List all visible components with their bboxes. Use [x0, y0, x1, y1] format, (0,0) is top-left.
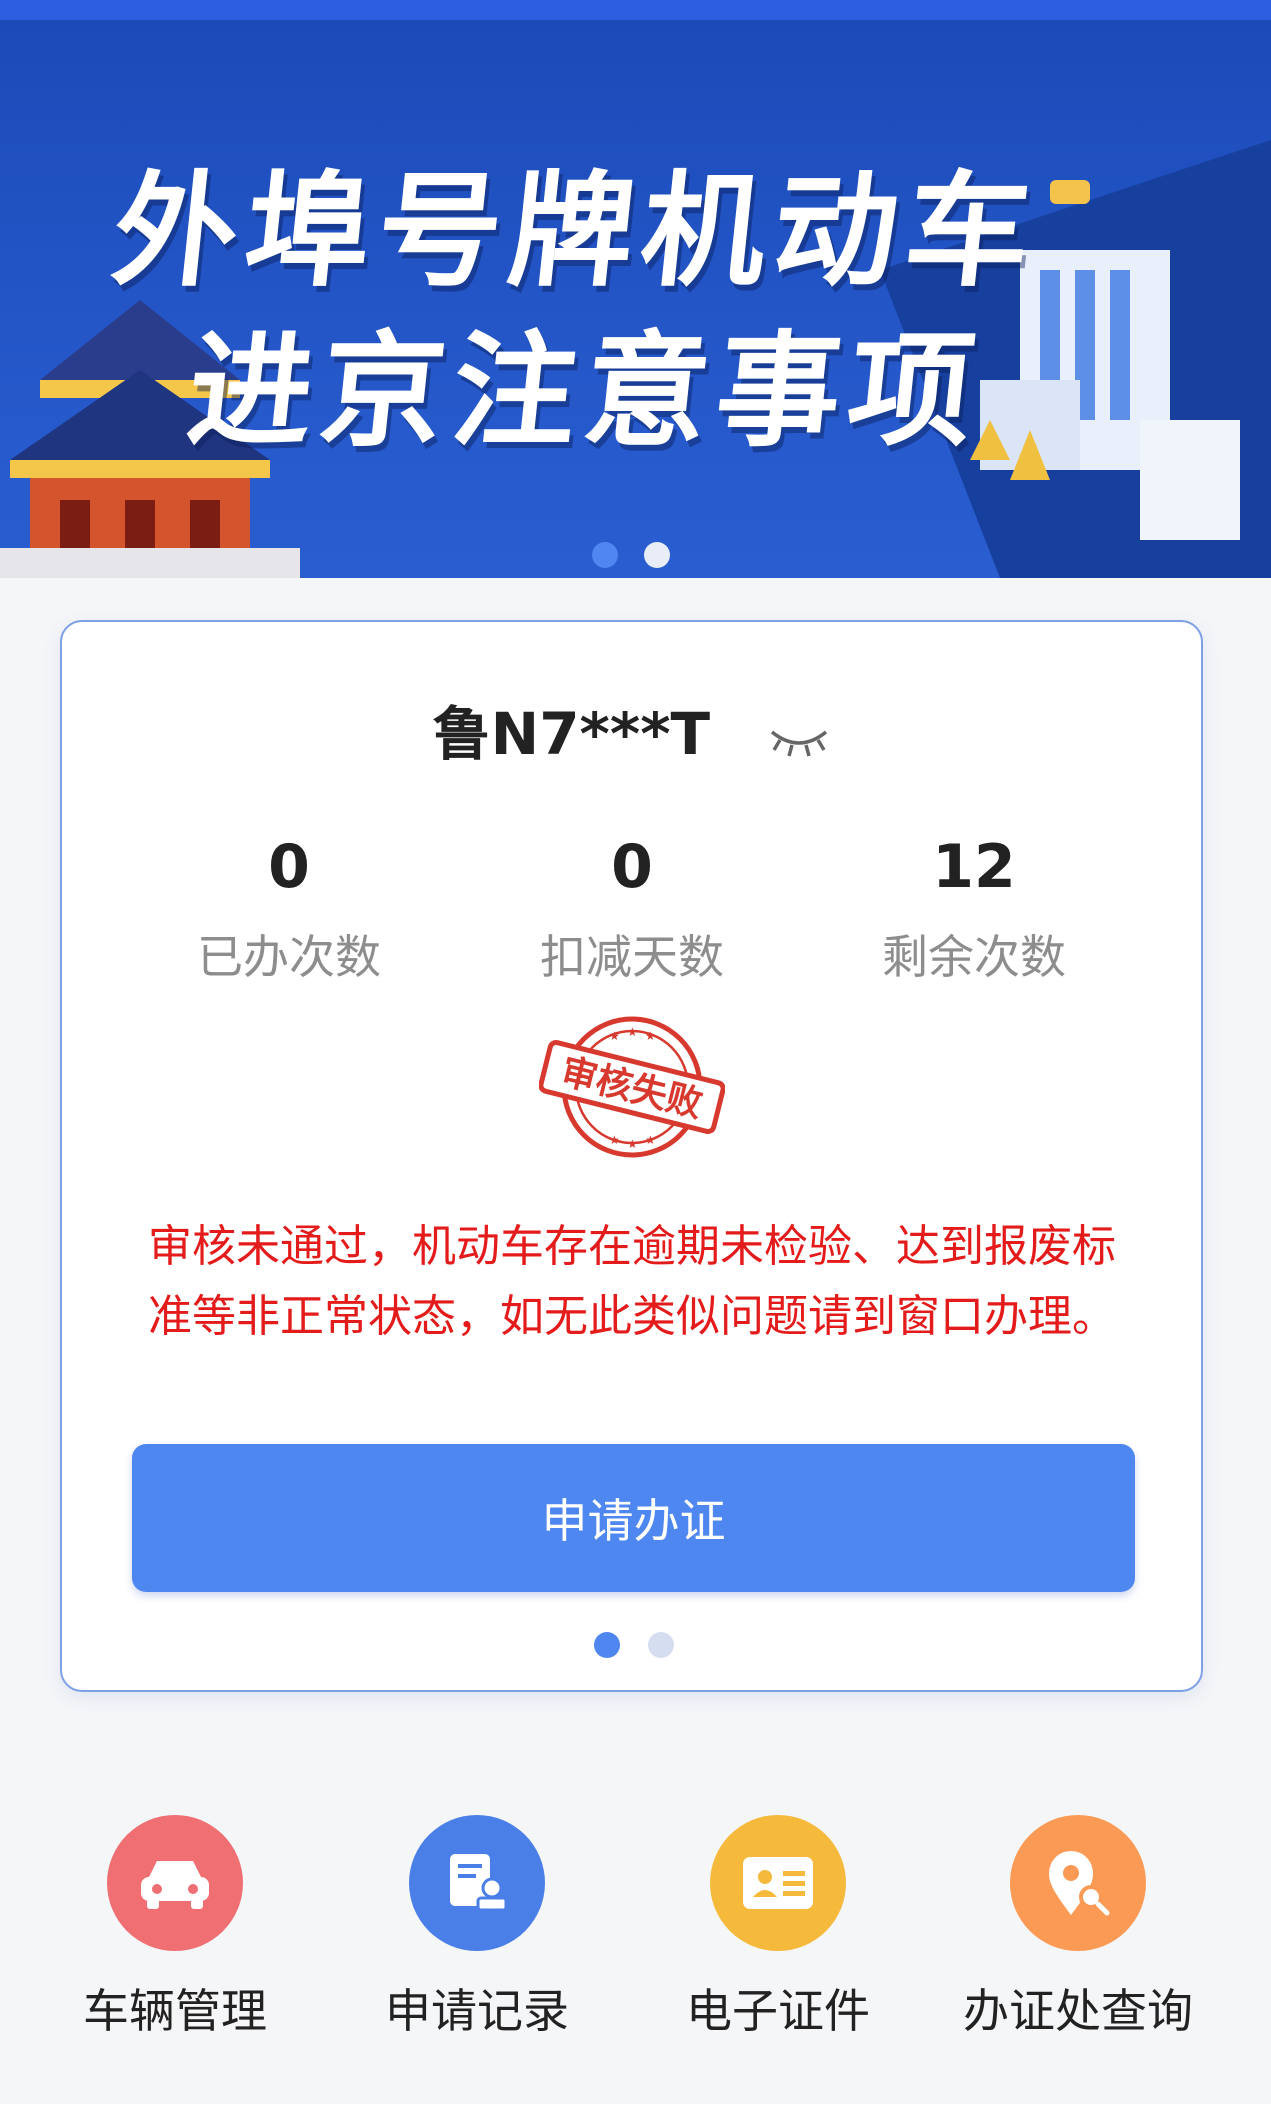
- stat-remaining: 12 剩余次数: [844, 837, 1104, 987]
- nav-vehicle-management-label: 车辆管理: [83, 1984, 267, 2038]
- nav-e-certificate[interactable]: 电子证件: [628, 1815, 928, 2041]
- stat-done-value: 0: [268, 832, 310, 902]
- card-dot-1[interactable]: [594, 1632, 620, 1658]
- svg-text:★: ★: [627, 1137, 638, 1151]
- id-card-icon[interactable]: [710, 1815, 846, 1951]
- review-message: 审核未通过，机动车存在逾期未检验、达到报废标准等非正常状态，如无此类似问题请到窗…: [148, 1221, 1116, 1342]
- nav-e-certificate-label: 电子证件: [686, 1984, 870, 2038]
- car-icon[interactable]: [107, 1815, 243, 1951]
- banner-pagination: [592, 542, 670, 568]
- nav-office-search-label: 办证处查询: [963, 1984, 1193, 2038]
- stat-deducted: 0 扣减天数: [502, 837, 762, 987]
- svg-text:★: ★: [627, 1025, 638, 1039]
- card-pagination: [594, 1632, 674, 1658]
- nav-application-records[interactable]: 申请记录: [327, 1815, 627, 2041]
- banner-carousel[interactable]: 外埠号牌机动车 进京注意事项: [0, 20, 1271, 578]
- stat-remaining-label: 剩余次数: [882, 930, 1066, 984]
- stat-deducted-label: 扣减天数: [540, 930, 724, 984]
- plate-number: 鲁N7***T: [432, 700, 711, 768]
- stat-deducted-value: 0: [611, 832, 653, 902]
- review-failed-stamp-icon: ★ ★ ★ ★ ★ ★ 审核失败: [539, 1016, 725, 1158]
- nav-office-search[interactable]: 办证处查询: [928, 1815, 1228, 2041]
- location-search-icon[interactable]: [1010, 1815, 1146, 1951]
- card-dot-2[interactable]: [648, 1632, 674, 1658]
- svg-text:★: ★: [609, 1133, 620, 1147]
- status-strip: [0, 0, 1271, 20]
- plate-row: 鲁N7***T: [62, 687, 1201, 772]
- eye-closed-icon[interactable]: [768, 704, 830, 772]
- svg-text:★: ★: [645, 1133, 656, 1147]
- apply-permit-button[interactable]: 申请办证: [132, 1444, 1135, 1592]
- record-icon[interactable]: [409, 1815, 545, 1951]
- vehicle-card: 鲁N7***T 0 已办次数 0 扣减天数 12 剩余次数 ★ ★ ★ ★ ★ …: [60, 620, 1203, 1692]
- banner-dot-2[interactable]: [644, 542, 670, 568]
- svg-text:★: ★: [609, 1029, 620, 1043]
- banner-title-line2: 进京注意事项: [181, 320, 989, 464]
- banner-title-line1: 外埠号牌机动车: [106, 160, 1046, 304]
- quick-nav: 车辆管理 申请记录 电子证件 办证处查询: [0, 1815, 1271, 2038]
- nav-vehicle-management[interactable]: 车辆管理: [25, 1815, 325, 2041]
- banner-dot-1[interactable]: [592, 542, 618, 568]
- nav-application-records-label: 申请记录: [385, 1984, 569, 2038]
- svg-text:★: ★: [645, 1029, 656, 1043]
- stat-done: 0 已办次数: [159, 837, 419, 987]
- stat-remaining-value: 12: [932, 832, 1016, 902]
- stat-done-label: 已办次数: [197, 930, 381, 984]
